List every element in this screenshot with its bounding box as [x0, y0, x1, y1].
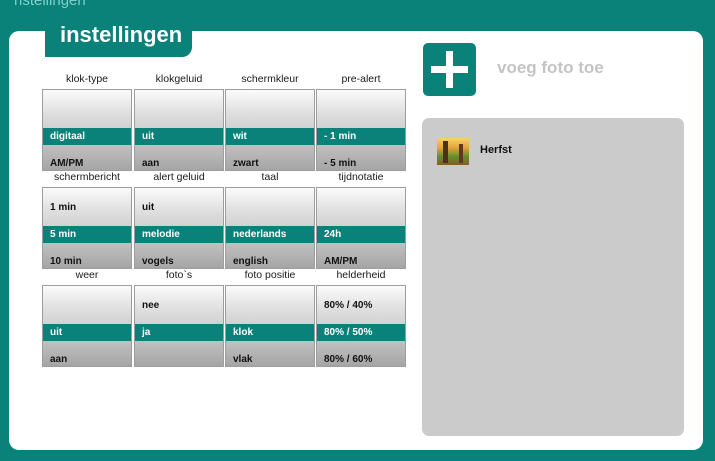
setting-label: alert geluid — [153, 171, 205, 183]
setting-label: klok-type — [65, 73, 108, 85]
picker-option[interactable]: AM/PM — [43, 155, 131, 170]
setting-picker[interactable]: digitaal AM/PM — [42, 89, 132, 171]
setting-label: tijdnotatie — [338, 171, 384, 183]
picker-option[interactable]: 1 min — [43, 199, 131, 216]
setting-label: foto`s — [165, 269, 193, 281]
picker-option[interactable] — [135, 351, 223, 366]
setting-picker[interactable]: 24h AM/PM — [316, 187, 406, 269]
picker-option-selected[interactable]: wit — [226, 128, 314, 145]
picker-option-selected[interactable]: klok — [226, 324, 314, 341]
picker-option[interactable]: vlak — [226, 351, 314, 366]
setting-label: weer — [75, 269, 99, 281]
picker-option[interactable]: 80% / 40% — [317, 297, 405, 314]
picker-option[interactable]: 10 min — [43, 253, 131, 268]
picker-option[interactable] — [317, 101, 405, 118]
setting-picker[interactable]: uit aan — [134, 89, 224, 171]
picker-option-selected[interactable]: uit — [43, 324, 131, 341]
picker-option[interactable]: AM/PM — [317, 253, 405, 268]
picker-option-selected[interactable]: melodie — [135, 226, 223, 243]
setting-label: schermbericht — [54, 171, 120, 183]
picker-option[interactable]: 80% / 60% — [317, 351, 405, 366]
picker-option[interactable]: - 5 min — [317, 155, 405, 170]
picker-option[interactable]: vogels — [135, 253, 223, 268]
picker-option-selected[interactable]: - 1 min — [317, 128, 405, 145]
picker-option[interactable]: nee — [135, 297, 223, 314]
setting-label: klokgeluid — [155, 73, 203, 85]
setting-label: taal — [261, 171, 279, 183]
picker-option-selected[interactable]: uit — [135, 128, 223, 145]
top-strip-text: nstellingen — [14, 0, 86, 8]
setting-picker[interactable]: uit melodie vogels — [134, 187, 224, 269]
setting-picker[interactable]: - 1 min - 5 min — [316, 89, 406, 171]
photo-list: Herfst — [422, 118, 684, 436]
picker-option[interactable] — [43, 101, 131, 118]
setting-picker[interactable]: nederlands english — [225, 187, 315, 269]
picker-option-selected[interactable]: nederlands — [226, 226, 314, 243]
picker-option[interactable] — [135, 101, 223, 118]
picker-option-selected[interactable]: ja — [135, 324, 223, 341]
picker-option[interactable] — [226, 297, 314, 314]
setting-picker[interactable]: uit aan — [42, 285, 132, 367]
setting-picker[interactable]: nee ja — [134, 285, 224, 367]
picker-option[interactable]: english — [226, 253, 314, 268]
picker-option-selected[interactable]: 5 min — [43, 226, 131, 243]
setting-label: pre-alert — [341, 73, 381, 85]
picker-option[interactable] — [317, 199, 405, 216]
page-title: instellingen — [60, 22, 183, 47]
setting-label: helderheid — [336, 269, 386, 281]
add-photo-button[interactable] — [423, 43, 476, 96]
autumn-thumbnail-icon — [437, 138, 469, 165]
picker-option[interactable] — [226, 199, 314, 216]
photo-name: Herfst — [480, 144, 512, 156]
add-photo-label[interactable]: voeg foto toe — [497, 58, 604, 78]
title-tab: instellingen — [45, 15, 192, 57]
setting-label: foto positie — [244, 269, 296, 281]
picker-option-selected[interactable]: 80% / 50% — [317, 324, 405, 341]
picker-option[interactable]: uit — [135, 199, 223, 216]
setting-picker[interactable]: klok vlak — [225, 285, 315, 367]
picker-option[interactable] — [43, 297, 131, 314]
picker-option-selected[interactable]: digitaal — [43, 128, 131, 145]
setting-picker[interactable]: 1 min 5 min 10 min — [42, 187, 132, 269]
setting-label: schermkleur — [241, 73, 299, 85]
setting-picker[interactable]: 80% / 40% 80% / 50% 80% / 60% — [316, 285, 406, 367]
picker-option[interactable] — [226, 101, 314, 118]
picker-option[interactable]: zwart — [226, 155, 314, 170]
picker-option[interactable]: aan — [43, 351, 131, 366]
picker-option-selected[interactable]: 24h — [317, 226, 405, 243]
picker-option[interactable]: aan — [135, 155, 223, 170]
setting-picker[interactable]: wit zwart — [225, 89, 315, 171]
